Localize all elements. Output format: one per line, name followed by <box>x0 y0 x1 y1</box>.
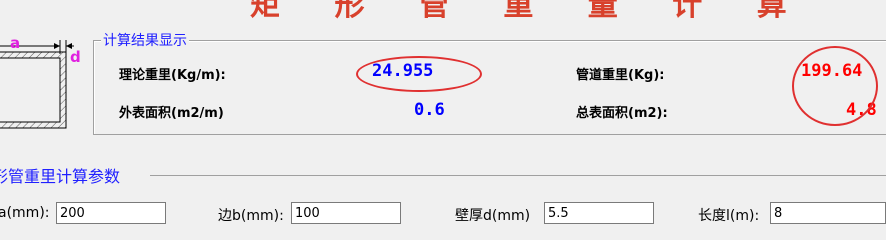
results-red-highlight-circle <box>792 46 878 126</box>
side-b-input[interactable] <box>291 202 401 224</box>
side-a-label: a(mm): <box>0 205 50 221</box>
theory-weight-highlight-circle <box>356 56 482 92</box>
side-a-input[interactable] <box>56 202 166 224</box>
results-group-title: 计算结果显示 <box>101 30 189 50</box>
window-title: 矩 形 管 重 量 计 算 <box>250 0 809 23</box>
outer-area-label: 外表面积(m2/m) <box>119 106 224 121</box>
total-area-label: 总表面积(m2): <box>576 106 668 121</box>
side-b-label: 边b(mm): <box>218 208 284 224</box>
cross-section-diagram: a d <box>0 30 90 130</box>
wall-thickness-input[interactable] <box>544 202 654 224</box>
length-input[interactable] <box>770 202 886 224</box>
params-group-divider <box>150 175 886 176</box>
dimension-a-label: a <box>10 34 21 52</box>
length-label: 长度l(m): <box>698 208 760 224</box>
params-group-title: 形管重里计算参数 <box>0 167 121 186</box>
wall-thickness-label: 壁厚d(mm) <box>455 208 531 224</box>
dimension-d-label: d <box>70 48 81 66</box>
pipe-weight-label: 管道重里(Kg): <box>576 68 665 83</box>
outer-area-value: 0.6 <box>414 100 445 120</box>
theory-weight-label: 理论重里(Kg/m): <box>119 68 226 83</box>
